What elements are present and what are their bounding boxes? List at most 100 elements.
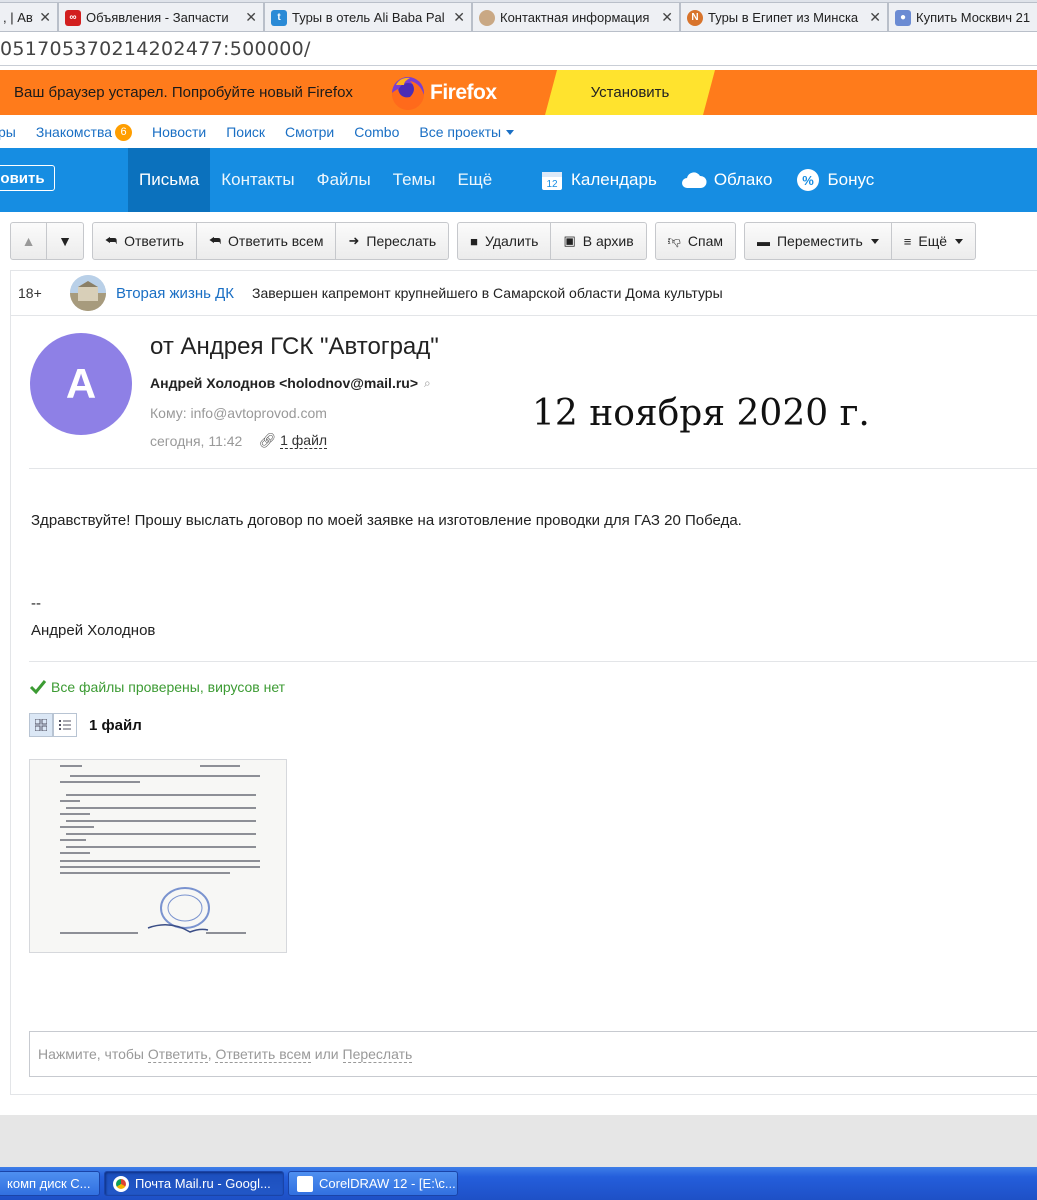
folder-icon: ▬ [756, 233, 770, 249]
notification-badge: 6 [115, 123, 133, 141]
checkmark-icon [29, 680, 47, 695]
address-bar[interactable]: 051705370214202477:500000/ [0, 32, 1037, 66]
thumbs-down-icon: 👎︎ [667, 233, 681, 248]
portal-menu: ры Знакомства 6 Новости Поиск Смотри Comb… [0, 118, 1037, 146]
portal-games[interactable]: ры [0, 124, 16, 140]
ad-source[interactable]: Вторая жизнь ДК [116, 285, 234, 302]
age-rating: 18+ [18, 285, 42, 301]
message-panel: 18+ Вторая жизнь ДК Завершен капремонт к… [10, 270, 1037, 1095]
tab-themes[interactable]: Темы [382, 148, 447, 212]
install-button[interactable]: Установить [545, 70, 715, 115]
portal-combo[interactable]: Combo [354, 124, 399, 140]
next-message-button[interactable]: ▼ [47, 223, 83, 259]
divider [29, 468, 1037, 469]
tab-letters[interactable]: Письма [128, 148, 211, 212]
reply-group: ⮪ Ответить ⮪ Ответить всем ➜ Переслать [92, 222, 450, 260]
forward-button[interactable]: ➜ Переслать [336, 223, 448, 259]
taskbar-item-chrome[interactable]: Почта Mail.ru - Googl... [104, 1171, 284, 1196]
browser-tab[interactable]: , | Авт ✕ [0, 2, 58, 31]
chrome-icon [113, 1175, 129, 1192]
grid-view-button[interactable] [29, 713, 53, 737]
close-icon[interactable]: ✕ [869, 9, 881, 26]
tab-title: Контактная информация [500, 10, 650, 25]
list-icon [59, 720, 71, 730]
reply-button[interactable]: ⮪ Ответить [93, 223, 197, 259]
firefox-banner: Ваш браузер устарел. Попробуйте новый Fi… [0, 70, 1037, 115]
mail-nav-services: 12 Календарь Облако % Бонус [540, 148, 898, 212]
browser-tab[interactable]: ● Купить Москвич 21 [888, 2, 1037, 31]
cloud-link[interactable]: Облако [681, 170, 773, 190]
portal-all-projects[interactable]: Все проекты [419, 124, 515, 140]
delete-button[interactable]: ■ Удалить [458, 223, 552, 259]
svg-text:12: 12 [546, 179, 558, 190]
grid-icon [35, 719, 47, 731]
mail-header: овить Письма Контакты Файлы Темы Ещё 12 … [0, 148, 1037, 212]
menu-icon: ≡ [903, 233, 912, 249]
more-button[interactable]: ≡ Ещё [892, 223, 975, 259]
prev-message-button[interactable]: ▲ [11, 223, 47, 259]
browser-tab[interactable]: N Туры в Египет из Минска ✕ [680, 2, 888, 31]
chevron-down-icon [506, 129, 515, 135]
travel-icon: N [687, 9, 703, 26]
portal-search[interactable]: Поиск [226, 124, 265, 140]
chevron-down-icon [870, 238, 879, 244]
close-icon[interactable]: ✕ [39, 9, 51, 26]
compose-button[interactable]: овить [0, 165, 55, 191]
quick-reply-box[interactable]: Нажмите, чтобы Ответить, Ответить всем и… [29, 1031, 1037, 1077]
calendar-link[interactable]: 12 Календарь [540, 168, 657, 192]
classifieds-icon: ● [895, 9, 911, 26]
divider [29, 661, 1037, 662]
svg-text:%: % [803, 173, 815, 188]
cloud-label: Облако [713, 170, 773, 189]
bonus-link[interactable]: % Бонус [796, 168, 874, 192]
browser-tab[interactable]: Контактная информация ✕ [472, 2, 680, 31]
tab-contacts[interactable]: Контакты [210, 148, 305, 212]
cloud-icon [681, 170, 707, 190]
archive-icon: ▣ [563, 233, 576, 248]
tab-more[interactable]: Ещё [446, 148, 503, 212]
portal-dating[interactable]: Знакомства 6 [36, 123, 133, 141]
tab-title: Купить Москвич 21 [916, 10, 1031, 25]
taskbar-item-explorer[interactable]: комп диск C... [0, 1171, 100, 1196]
message-body: Здравствуйте! Прошу выслать договор по м… [31, 512, 742, 529]
forward-icon: ➜ [348, 233, 360, 248]
files-link[interactable]: 1 файл [280, 432, 328, 449]
browser-tab[interactable]: ∞ Объявления - Запчасти ✕ [58, 2, 264, 31]
portal-watch[interactable]: Смотри [285, 124, 334, 140]
search-icon[interactable]: ⌕ [424, 376, 431, 391]
attachment-view-toggle [29, 713, 77, 737]
sender[interactable]: Андрей Холоднов <holodnov@mail.ru> ⌕ [150, 375, 431, 391]
move-button[interactable]: ▬ Переместить [745, 223, 892, 259]
signature-separator: -- [31, 595, 41, 612]
delete-group: ■ Удалить ▣ В архив [457, 222, 647, 260]
message-subject: от Андрея ГСК "Автоград" [150, 333, 439, 360]
forward-link[interactable]: Переслать [342, 1046, 413, 1063]
avito-icon: ∞ [65, 9, 81, 26]
list-view-button[interactable] [53, 713, 77, 737]
tab-title: , | Авт [3, 10, 33, 25]
reply-link[interactable]: Ответить [147, 1046, 208, 1063]
attachment-thumbnail[interactable] [29, 759, 287, 953]
spam-button[interactable]: 👎︎ Спам [656, 223, 735, 259]
reply-all-button[interactable]: ⮪ Ответить всем [197, 223, 337, 259]
message-time: сегодня, 11:42 [150, 432, 243, 449]
tab-title: Объявления - Запчасти [86, 10, 229, 25]
url-text[interactable]: 051705370214202477:500000/ [0, 38, 311, 60]
ad-text[interactable]: Завершен капремонт крупнейшего в Самарск… [252, 285, 723, 301]
reply-all-link[interactable]: Ответить всем [215, 1046, 311, 1063]
browser-tab[interactable]: t Туры в отель Ali Baba Pal ✕ [264, 2, 472, 31]
trash-icon: ■ [470, 233, 479, 249]
close-icon[interactable]: ✕ [453, 9, 465, 26]
move-group: ▬ Переместить ≡ Ещё [743, 222, 977, 260]
calendar-label: Календарь [571, 170, 657, 189]
avatar: А [30, 333, 132, 435]
close-icon[interactable]: ✕ [245, 9, 257, 26]
close-icon[interactable]: ✕ [661, 9, 673, 26]
virus-check-status: Все файлы проверены, вирусов нет [29, 679, 285, 695]
ad-banner[interactable]: 18+ Вторая жизнь ДК Завершен капремонт к… [11, 271, 1037, 316]
taskbar-item-coreldraw[interactable]: CorelDRAW 12 - [E:\c... [288, 1171, 458, 1196]
portal-news[interactable]: Новости [152, 124, 206, 140]
attachment-count: 1 файл [89, 717, 142, 734]
archive-button[interactable]: ▣ В архив [551, 223, 645, 259]
tab-files[interactable]: Файлы [306, 148, 382, 212]
